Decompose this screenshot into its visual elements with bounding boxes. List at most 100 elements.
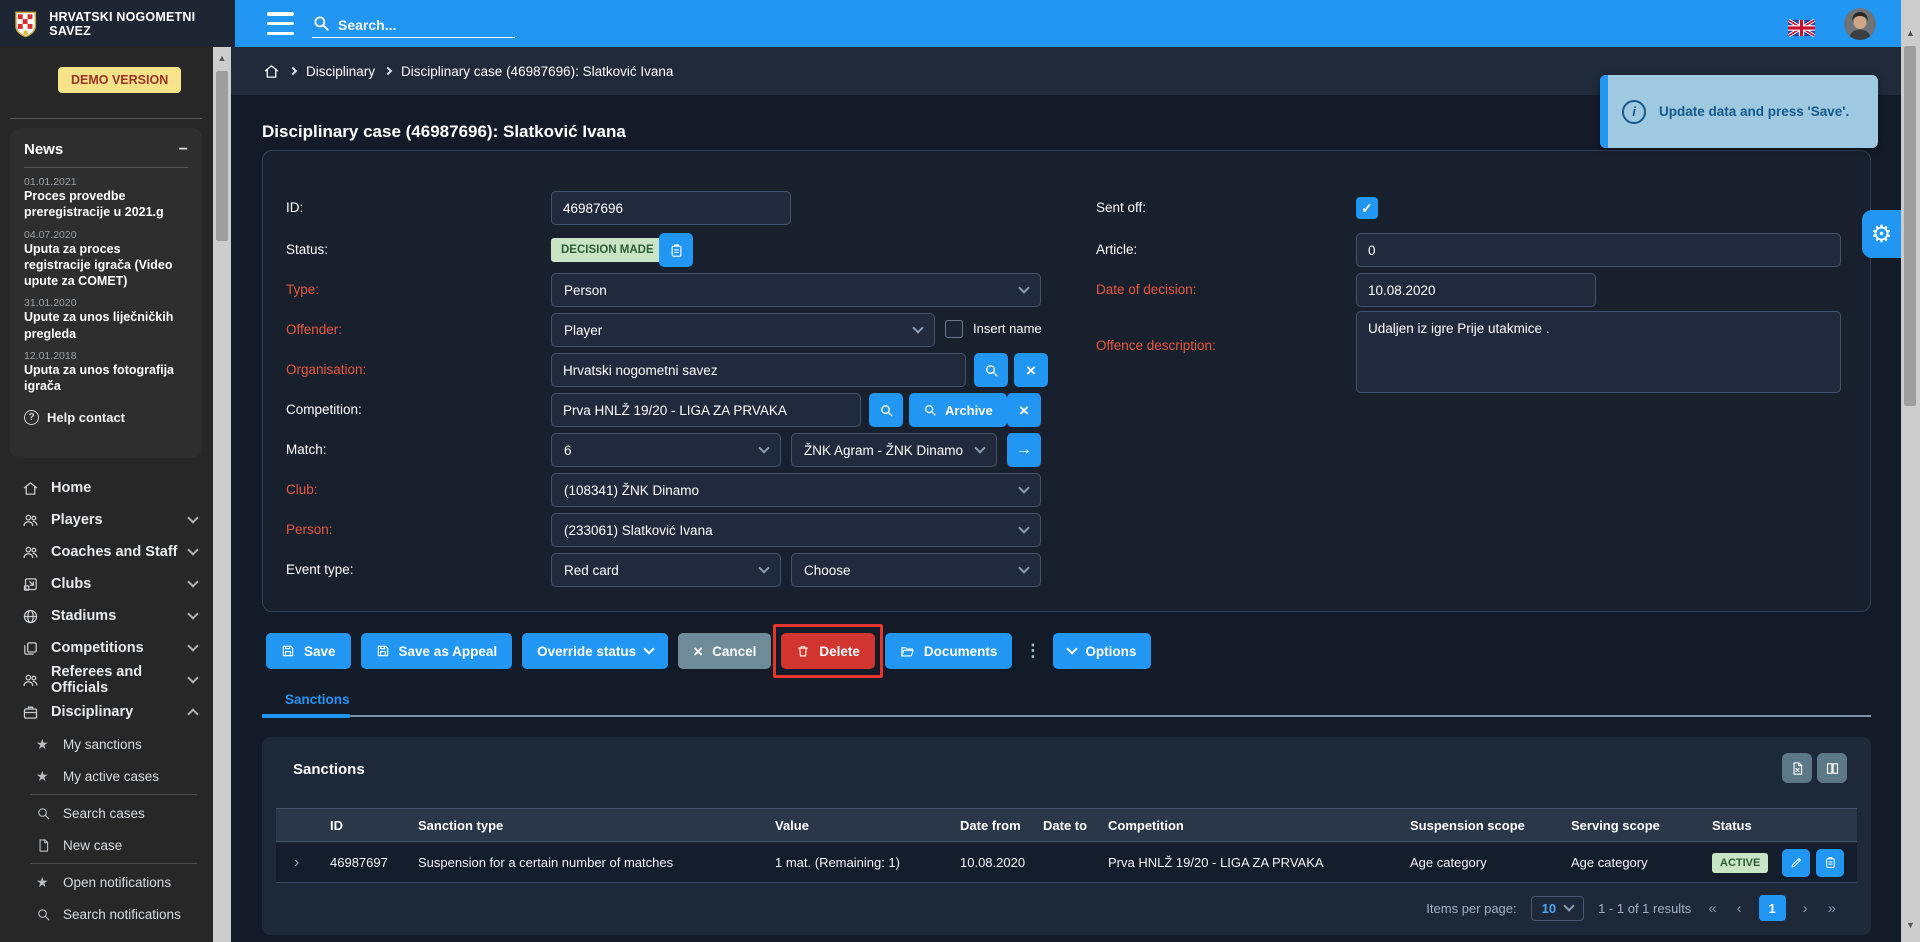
people-icon [22,672,40,689]
next-page-icon[interactable]: › [1800,900,1811,917]
insert-name-checkbox[interactable] [945,320,963,338]
current-page-button[interactable]: 1 [1759,895,1786,921]
settings-fab[interactable]: ⚙ [1862,210,1901,258]
type-select[interactable]: Person [551,273,1041,307]
save-icon [281,644,295,658]
expand-row-icon[interactable]: › [276,854,320,872]
match-pairing-select[interactable]: ŽNK Agram - ŽNK Dinamo [791,433,997,467]
save-as-appeal-button[interactable]: Save as Appeal [361,633,513,669]
offender-select[interactable]: Player [551,313,935,347]
scroll-up-icon[interactable]: ▲ [1901,26,1920,40]
news-item-title[interactable]: Upute za unos liječničkih pregleda [24,309,188,342]
sidebar-item-disciplinary[interactable]: Disciplinary [0,696,213,728]
sidebar-item-referees-and-officials[interactable]: Referees and Officials [0,664,213,696]
more-actions-icon[interactable]: ⋮ [1022,641,1043,661]
sent-off-checkbox[interactable]: ✓ [1356,197,1378,219]
col-status: Status [1702,818,1857,833]
sanction-history-button[interactable] [1816,849,1844,877]
columns-button[interactable] [1817,753,1847,783]
status-history-button[interactable] [659,233,693,267]
organisation-search-button[interactable] [974,353,1008,387]
offence-description-field[interactable]: Udaljen iz igre Prije utakmice . [1356,311,1841,393]
news-item-title[interactable]: Uputa za proces registracije igrača (Vid… [24,241,188,290]
sidebar-item-home[interactable]: Home [0,472,213,504]
competition-clear-button[interactable]: × [1007,393,1041,427]
search-icon [923,403,937,417]
tab-strip: Sanctions [262,690,1871,717]
documents-button[interactable]: Documents [885,633,1013,669]
sidebar-item-players[interactable]: Players [0,504,213,536]
collapse-icon[interactable]: − [179,142,188,158]
date-of-decision-field[interactable] [1356,273,1596,307]
chevron-down-icon [187,512,198,523]
match-round-select[interactable]: 6 [551,433,781,467]
chevron-down-icon [187,576,198,587]
items-per-page-select[interactable]: 10 [1531,896,1584,921]
news-item-title[interactable]: Proces provedbe preregistracije u 2021.g [24,188,188,221]
edit-sanction-button[interactable] [1782,849,1810,877]
search-input[interactable] [338,17,488,33]
menu-toggle-button[interactable] [267,12,294,35]
breadcrumb-disciplinary[interactable]: Disciplinary [306,64,375,79]
scrollbar-thumb[interactable] [216,71,228,241]
last-page-icon[interactable]: » [1825,900,1839,917]
help-contact-link[interactable]: ? Help contact [24,410,188,425]
cancel-button[interactable]: × Cancel [678,633,771,669]
delete-button[interactable]: Delete [781,633,875,669]
user-avatar[interactable] [1844,8,1876,40]
news-item[interactable]: 31.01.2020 Upute za unos liječničkih pre… [24,297,188,342]
tab-sanctions[interactable]: Sanctions [285,692,350,707]
event-type-select[interactable]: Red card [551,553,781,587]
news-item[interactable]: 12.01.2018 Uputa za unos fotografija igr… [24,350,188,395]
news-item-date: 04.07.2020 [24,229,188,241]
save-button[interactable]: Save [266,633,351,669]
club-select[interactable]: (108341) ŽNK Dinamo [551,473,1041,507]
organisation-clear-button[interactable]: × [1014,353,1048,387]
event-subtype-select[interactable]: Choose [791,553,1041,587]
gear-icon: ⚙ [1871,220,1893,249]
col-competition: Competition [1098,818,1400,833]
scrollbar-thumb[interactable] [1904,46,1916,406]
sidebar-item-my-sanctions[interactable]: ★ My sanctions [0,728,213,760]
cell-suspension-scope: Age category [1400,855,1561,870]
cell-value: 1 mat. (Remaining: 1) [765,855,950,870]
app-root: HRVATSKI NOGOMETNI SAVEZ [0,0,1920,942]
options-button[interactable]: Options [1053,633,1151,669]
id-field[interactable] [551,191,791,225]
language-flag-uk-icon[interactable] [1788,19,1815,37]
sidebar-item-new-case[interactable]: New case [0,829,213,861]
competition-field[interactable] [551,393,861,427]
sidebar-item-my-active-cases[interactable]: ★ My active cases [0,760,213,792]
help-contact-label: Help contact [47,410,125,425]
prev-page-icon[interactable]: ‹ [1734,900,1745,917]
breadcrumb-separator-icon [384,67,392,75]
scroll-down-icon[interactable]: ▼ [1901,918,1920,932]
folder-icon [900,644,915,659]
sidebar-item-coaches-and-staff[interactable]: Coaches and Staff [0,536,213,568]
page-scrollbar[interactable]: ▲ ▼ [1901,0,1920,942]
close-icon: × [1026,362,1036,379]
article-field[interactable] [1356,233,1841,267]
override-status-button[interactable]: Override status [522,633,668,669]
sidebar-item-open-notifications[interactable]: ★ Open notifications [0,866,213,898]
export-file-button[interactable] [1782,753,1812,783]
news-item-title[interactable]: Uputa za unos fotografija igrača [24,362,188,395]
competition-archive-button[interactable]: Archive [909,393,1007,427]
id-label: ID: [286,191,303,225]
scroll-up-icon[interactable]: ▲ [213,51,231,65]
trash-icon [796,644,810,658]
sidebar-item-stadiums[interactable]: Stadiums [0,600,213,632]
news-item[interactable]: 01.01.2021 Proces provedbe preregistraci… [24,176,188,221]
sidebar-item-clubs[interactable]: Clubs [0,568,213,600]
sidebar-item-search-notifications[interactable]: Search notifications [0,898,213,930]
go-to-match-button[interactable]: → [1007,433,1041,467]
person-select[interactable]: (233061) Slatković Ivana [551,513,1041,547]
home-icon[interactable] [263,63,280,80]
organisation-field[interactable] [551,353,966,387]
first-page-icon[interactable]: « [1705,900,1719,917]
news-item[interactable]: 04.07.2020 Uputa za proces registracije … [24,229,188,290]
sidebar-item-competitions[interactable]: Competitions [0,632,213,664]
competition-search-button[interactable] [869,393,903,427]
sidebar-item-search-cases[interactable]: Search cases [0,797,213,829]
sidebar-scrollbar[interactable]: ▲ [213,47,231,942]
